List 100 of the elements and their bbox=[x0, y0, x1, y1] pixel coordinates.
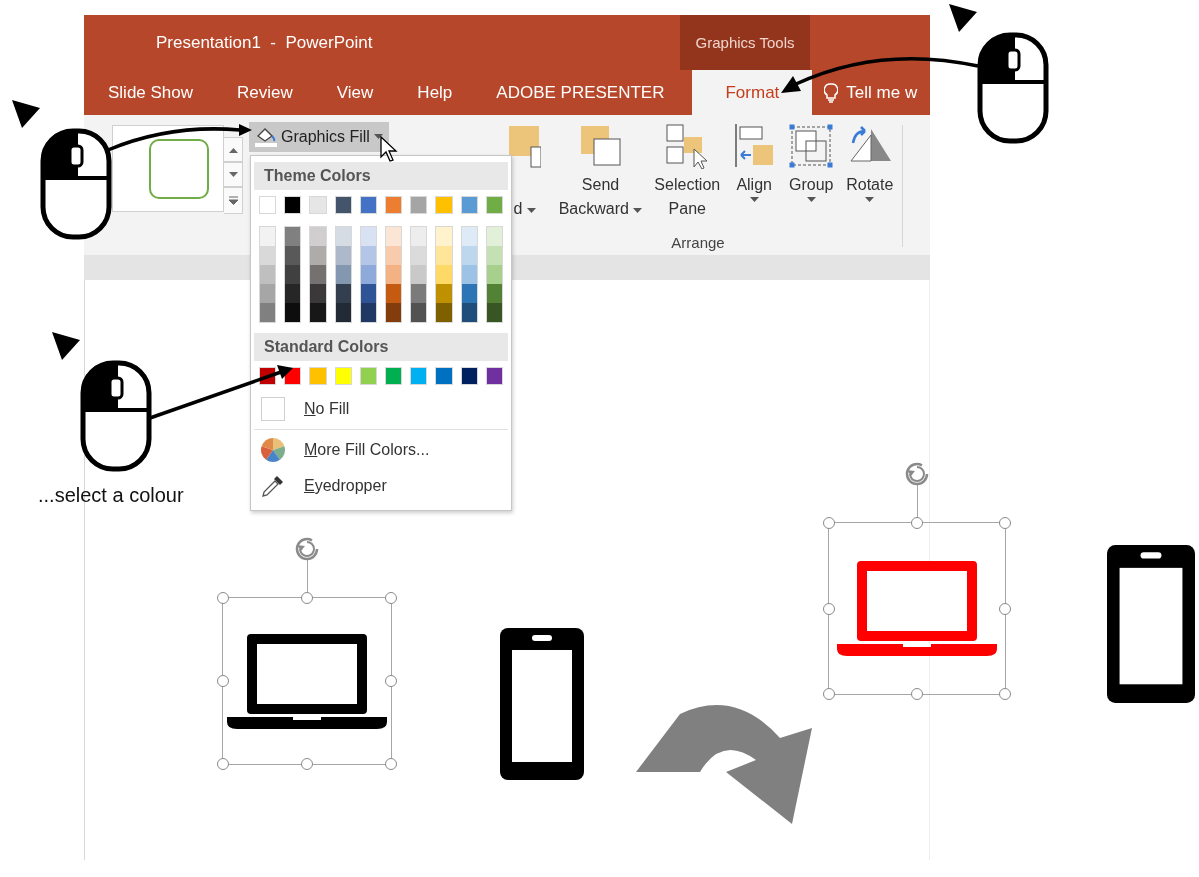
color-swatch[interactable] bbox=[385, 367, 403, 385]
color-swatch[interactable] bbox=[436, 227, 452, 246]
caret-down-icon bbox=[228, 171, 238, 178]
graphics-fill-button[interactable]: Graphics Fill bbox=[249, 122, 389, 152]
menu-item[interactable]: More Fill Colors... bbox=[254, 432, 508, 468]
color-swatch[interactable] bbox=[435, 196, 453, 214]
color-swatch[interactable] bbox=[310, 246, 326, 265]
color-swatch[interactable] bbox=[335, 303, 351, 322]
color-swatch[interactable] bbox=[259, 196, 277, 214]
color-swatch[interactable] bbox=[335, 246, 351, 265]
ribbon-tab[interactable]: Slide Show bbox=[86, 70, 216, 115]
color-swatch[interactable] bbox=[460, 367, 478, 385]
color-swatch[interactable] bbox=[411, 246, 427, 265]
color-swatch[interactable] bbox=[436, 284, 452, 303]
arrange-button[interactable]: Selection Pane bbox=[651, 123, 724, 221]
color-swatch[interactable] bbox=[435, 367, 453, 385]
color-swatch[interactable] bbox=[411, 284, 427, 303]
color-swatch[interactable] bbox=[436, 265, 452, 284]
ribbon-tab[interactable]: Review bbox=[215, 70, 315, 115]
color-swatch[interactable] bbox=[360, 265, 376, 284]
color-swatch[interactable] bbox=[485, 367, 504, 385]
menu-section-header: Theme Colors bbox=[254, 162, 508, 190]
color-swatch[interactable] bbox=[285, 303, 301, 322]
color-swatch[interactable] bbox=[310, 303, 326, 322]
ribbon-tab[interactable]: ADOBE PRESENTER bbox=[474, 70, 687, 115]
color-swatch[interactable] bbox=[386, 227, 402, 246]
color-swatch[interactable] bbox=[461, 227, 477, 246]
arrange-button[interactable]: Send Backward bbox=[555, 123, 646, 221]
menu-item[interactable]: Eyedropper bbox=[254, 468, 508, 504]
color-swatch[interactable] bbox=[360, 284, 376, 303]
color-swatch[interactable] bbox=[285, 265, 301, 284]
color-swatch[interactable] bbox=[285, 246, 301, 265]
tell-me-placeholder: Tell me w bbox=[846, 82, 918, 103]
color-swatch[interactable] bbox=[411, 303, 427, 322]
color-swatch[interactable] bbox=[310, 284, 326, 303]
color-swatch[interactable] bbox=[410, 367, 428, 385]
color-swatch[interactable] bbox=[386, 246, 402, 265]
color-swatch[interactable] bbox=[360, 227, 376, 246]
color-swatch[interactable] bbox=[486, 246, 503, 265]
gallery-up-button[interactable] bbox=[224, 137, 243, 162]
color-swatch[interactable] bbox=[334, 367, 352, 385]
shape-style-thumbnail[interactable] bbox=[149, 138, 209, 199]
color-swatch[interactable] bbox=[461, 284, 477, 303]
color-swatch[interactable] bbox=[461, 303, 477, 322]
color-swatch[interactable] bbox=[285, 227, 301, 246]
color-swatch[interactable] bbox=[460, 196, 478, 214]
color-swatch[interactable] bbox=[309, 196, 327, 214]
arrange-button[interactable]: Rotate bbox=[843, 123, 897, 203]
color-swatch[interactable] bbox=[386, 265, 402, 284]
color-swatch[interactable] bbox=[360, 303, 376, 322]
color-swatch[interactable] bbox=[260, 303, 276, 322]
color-swatch[interactable] bbox=[386, 284, 402, 303]
selection-handle[interactable] bbox=[999, 517, 1011, 529]
color-swatch[interactable] bbox=[260, 265, 276, 284]
rotate-handle-icon[interactable] bbox=[904, 461, 930, 487]
color-swatch[interactable] bbox=[486, 284, 503, 303]
gallery-down-button[interactable] bbox=[224, 162, 243, 187]
send-backward-icon bbox=[579, 123, 622, 169]
color-swatch[interactable] bbox=[310, 227, 326, 246]
color-swatch[interactable] bbox=[436, 246, 452, 265]
tell-me-field[interactable]: Tell me w bbox=[824, 70, 918, 115]
color-swatch[interactable] bbox=[359, 367, 377, 385]
mouse-left-click-icon bbox=[80, 360, 152, 472]
color-swatch[interactable] bbox=[486, 303, 503, 322]
color-swatch[interactable] bbox=[485, 196, 504, 214]
color-swatch[interactable] bbox=[461, 246, 477, 265]
selection-handle[interactable] bbox=[999, 602, 1011, 615]
color-swatch[interactable] bbox=[284, 196, 302, 214]
color-swatch[interactable] bbox=[335, 265, 351, 284]
color-swatch[interactable] bbox=[260, 284, 276, 303]
arrange-button[interactable]: Group bbox=[785, 123, 838, 203]
color-swatch[interactable] bbox=[335, 227, 351, 246]
selection-handle[interactable] bbox=[999, 688, 1011, 700]
rotate-handle-icon[interactable] bbox=[294, 536, 320, 562]
ribbon-tab[interactable]: Format bbox=[692, 70, 813, 115]
color-swatch[interactable] bbox=[486, 265, 503, 284]
color-swatch[interactable] bbox=[309, 367, 327, 385]
color-swatch[interactable] bbox=[334, 196, 352, 214]
ribbon-tab[interactable]: View bbox=[314, 70, 396, 115]
arrange-button[interactable]: Align bbox=[729, 123, 780, 203]
color-swatch[interactable] bbox=[260, 227, 276, 246]
color-swatch[interactable] bbox=[260, 246, 276, 265]
color-swatch[interactable] bbox=[285, 284, 301, 303]
menu-item[interactable]: No Fill bbox=[254, 391, 508, 427]
ribbon-tab[interactable]: Help bbox=[395, 70, 475, 115]
color-swatch[interactable] bbox=[360, 246, 376, 265]
color-swatch[interactable] bbox=[386, 303, 402, 322]
color-swatch[interactable] bbox=[310, 265, 326, 284]
color-swatch[interactable] bbox=[410, 196, 428, 214]
color-swatch[interactable] bbox=[411, 265, 427, 284]
color-swatch[interactable] bbox=[411, 227, 427, 246]
shape-style-gallery[interactable] bbox=[112, 125, 224, 212]
color-swatch[interactable] bbox=[461, 265, 477, 284]
color-swatch[interactable] bbox=[436, 303, 452, 322]
color-swatch[interactable] bbox=[486, 227, 503, 246]
color-swatch[interactable] bbox=[335, 284, 351, 303]
color-swatch[interactable] bbox=[385, 196, 403, 214]
color-swatch[interactable] bbox=[359, 196, 377, 214]
gallery-more-button[interactable] bbox=[224, 187, 243, 214]
group-label: Arrange bbox=[671, 234, 725, 253]
